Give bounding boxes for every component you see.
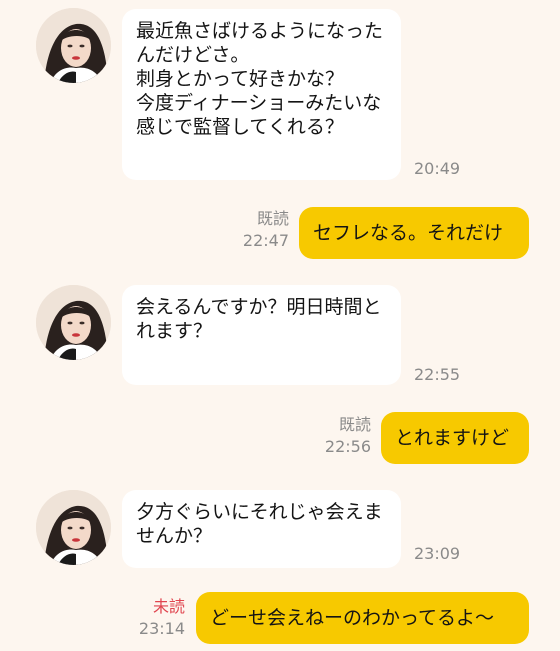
message-time: 22:56 [324, 437, 371, 456]
unread-status: 未読 [152, 597, 185, 616]
message-time: 20:49 [414, 159, 461, 178]
avatar[interactable] [36, 490, 111, 565]
avatar[interactable] [36, 285, 111, 360]
profile-photo-icon [36, 8, 111, 83]
outgoing-message-bubble[interactable]: とれますけど [381, 412, 529, 464]
message-meta: 未読 23:14 [139, 596, 185, 640]
read-status: 既読 [338, 415, 371, 434]
incoming-message-bubble[interactable]: 会えるんですか？明日時間とれます？ [122, 285, 401, 385]
read-status: 既読 [256, 209, 289, 228]
incoming-message-bubble[interactable]: 最近魚さばけるようになったんだけどさ。 刺身とかって好きかな？ 今度ディナーショ… [122, 9, 401, 180]
outgoing-message-bubble[interactable]: どーせ会えねーのわかってるよ〜 [196, 592, 529, 644]
outgoing-message-bubble[interactable]: セフレなる。それだけ [299, 207, 529, 259]
message-meta: 既読 22:47 [243, 208, 289, 252]
avatar[interactable] [36, 8, 111, 83]
message-time: 23:09 [414, 544, 461, 563]
message-time: 23:14 [138, 619, 185, 638]
message-time: 22:47 [242, 231, 289, 250]
profile-photo-icon [36, 285, 111, 360]
message-meta: 既読 22:56 [325, 414, 371, 458]
profile-photo-icon [36, 490, 111, 565]
chat-thread: 最近魚さばけるようになったんだけどさ。 刺身とかって好きかな？ 今度ディナーショ… [0, 0, 560, 651]
incoming-message-bubble[interactable]: 夕方ぐらいにそれじゃ会えませんか？ [122, 490, 401, 568]
message-time: 22:55 [414, 365, 461, 384]
